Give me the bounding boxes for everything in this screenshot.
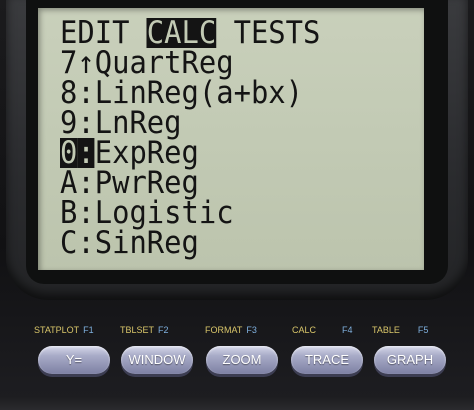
menu-item-key-selected: 0 bbox=[60, 135, 78, 171]
menu-item-expreg[interactable]: 0:ExpReg bbox=[60, 135, 199, 171]
lcd-screen: EDIT CALC TESTS 7↑QuartReg 8:LinReg(a+bx… bbox=[38, 8, 424, 270]
menu-item-quartreg[interactable]: 7↑QuartReg bbox=[60, 45, 234, 81]
shift-label: TABLE bbox=[372, 325, 400, 335]
menu-item-key: A bbox=[60, 165, 78, 201]
calculator-body: EDIT CALC TESTS 7↑QuartReg 8:LinReg(a+bx… bbox=[0, 0, 474, 410]
shift-label: STATPLOT bbox=[34, 325, 80, 335]
menu-item-sinreg[interactable]: C:SinReg bbox=[60, 225, 199, 261]
shift-label: FORMAT bbox=[205, 325, 243, 335]
menu-item-label: SinReg bbox=[94, 225, 199, 261]
tab-edit[interactable]: EDIT bbox=[60, 18, 129, 49]
menu-item-label: QuartReg bbox=[94, 45, 234, 81]
key-trace-secondary-labels: CALC F4 bbox=[292, 322, 353, 338]
keypad-edge bbox=[0, 396, 474, 410]
menu-item-label: LnReg bbox=[94, 105, 182, 141]
key-graph-secondary-labels: TABLE F5 bbox=[372, 322, 428, 338]
shift-label: TBLSET bbox=[120, 325, 155, 335]
menu-item-label: LinReg(a+bx) bbox=[94, 75, 304, 111]
function-key-labels: STATPLOT F1 TBLSET F2 FORMAT F3 CALC F4 TABL… bbox=[0, 322, 474, 338]
key-y-secondary-labels: STATPLOT F1 bbox=[34, 322, 94, 338]
menu-item-key: 7 bbox=[60, 45, 78, 81]
menu-item-key: 8 bbox=[60, 75, 78, 111]
alpha-label: F1 bbox=[83, 325, 94, 335]
tab-calc[interactable]: CALC bbox=[146, 18, 217, 49]
menu-item-label: Logistic bbox=[94, 195, 234, 231]
window-button[interactable]: WINDOW bbox=[121, 346, 193, 374]
graph-button[interactable]: GRAPH bbox=[374, 346, 446, 374]
menu-item-lnreg[interactable]: 9:LnReg bbox=[60, 105, 182, 141]
menu-item-separator: : bbox=[77, 225, 95, 261]
menu-item-separator: : bbox=[77, 105, 95, 141]
alpha-label: F4 bbox=[342, 325, 353, 335]
menu-item-linreg[interactable]: 8:LinReg(a+bx) bbox=[60, 75, 304, 111]
zoom-button[interactable]: ZOOM bbox=[206, 346, 278, 374]
menu-item-label: ExpReg bbox=[94, 135, 199, 171]
menu-item-separator: : bbox=[77, 75, 95, 111]
menu-tab-bar: EDIT CALC TESTS bbox=[60, 18, 321, 49]
shift-label: CALC bbox=[292, 325, 317, 335]
menu-item-key: 9 bbox=[60, 105, 78, 141]
menu-item-separator-selected: : bbox=[77, 135, 95, 171]
tab-tests[interactable]: TESTS bbox=[234, 18, 321, 49]
key-zoom-secondary-labels: FORMAT F3 bbox=[205, 322, 257, 338]
alpha-label: F5 bbox=[417, 325, 429, 335]
menu-item-separator: : bbox=[77, 165, 95, 201]
menu-item-logistic[interactable]: B:Logistic bbox=[60, 195, 234, 231]
alpha-label: F3 bbox=[246, 325, 257, 335]
menu-item-separator: : bbox=[77, 195, 95, 231]
trace-button[interactable]: TRACE bbox=[291, 346, 363, 374]
scroll-up-arrow-icon: ↑ bbox=[77, 45, 95, 81]
key-window-secondary-labels: TBLSET F2 bbox=[120, 322, 169, 338]
alpha-label: F2 bbox=[158, 325, 169, 335]
menu-item-label: PwrReg bbox=[94, 165, 199, 201]
y-equals-button[interactable]: Y= bbox=[38, 346, 110, 374]
menu-item-key: B bbox=[60, 195, 78, 231]
menu-item-key: C bbox=[60, 225, 78, 261]
menu-item-pwrreg[interactable]: A:PwrReg bbox=[60, 165, 199, 201]
